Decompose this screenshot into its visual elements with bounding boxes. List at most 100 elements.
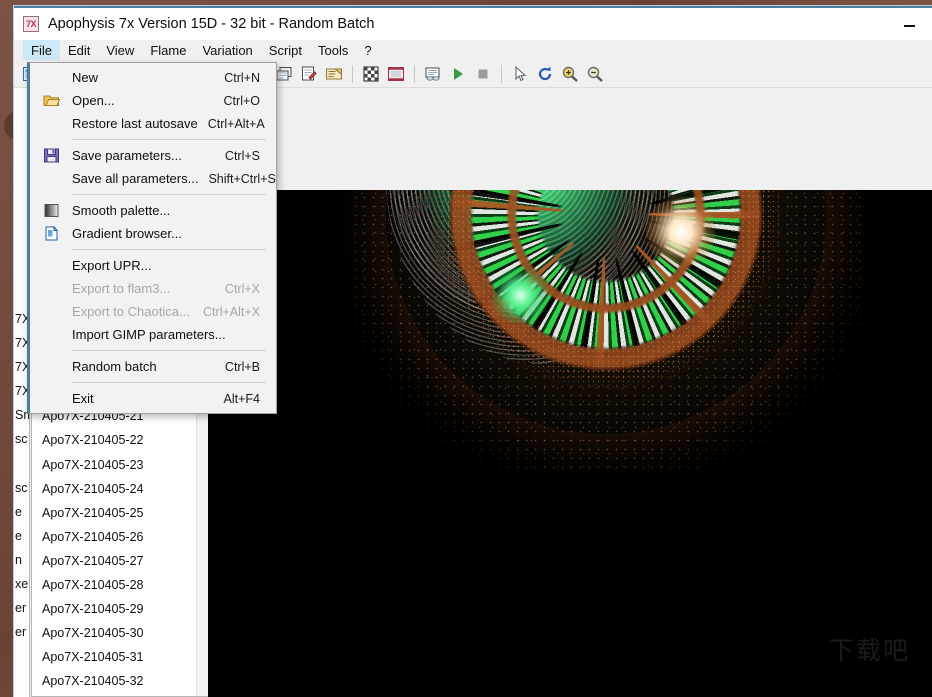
- fractal-green-hotspot: [491, 266, 549, 324]
- menu-option-export-to-chaotica: Export to Chaotica... Ctrl+Alt+X: [30, 300, 276, 323]
- menu-option-smooth-palette[interactable]: Smooth palette...: [30, 199, 276, 222]
- toolbar-separator: [414, 65, 415, 83]
- menu-option-exit[interactable]: Exit Alt+F4: [30, 387, 276, 410]
- play-icon[interactable]: [447, 63, 469, 85]
- transparency-icon[interactable]: [360, 63, 382, 85]
- menu-option-import-gimp-parameters[interactable]: Import GIMP parameters...: [30, 323, 276, 346]
- menu-option-label: New: [72, 70, 99, 85]
- menu-item-view[interactable]: View: [98, 40, 142, 60]
- list-fragment: n: [15, 552, 22, 567]
- watermark: 下载吧: [828, 636, 910, 665]
- list-fragment: e: [15, 528, 22, 543]
- list-fragment: sc: [15, 432, 28, 447]
- menu-item-script[interactable]: Script: [261, 40, 310, 60]
- menu-separator: [72, 139, 266, 140]
- menu-option-gradient-browser[interactable]: Gradient browser...: [30, 222, 276, 245]
- gradient-browser-icon: [43, 225, 60, 242]
- menu-option-label: Random batch: [72, 359, 157, 374]
- list-fragment: er: [15, 601, 27, 616]
- list-fragment: xe: [15, 577, 29, 592]
- window-controls: [886, 7, 932, 40]
- menu-separator: [72, 382, 266, 383]
- fractal-dust: [350, 190, 862, 470]
- menu-option-export-upr[interactable]: Export UPR...: [30, 254, 276, 277]
- title-bar: 7X Apophysis 7x Version 15D - 32 bit - R…: [14, 6, 932, 40]
- menu-option-open[interactable]: Open... Ctrl+O: [30, 89, 276, 112]
- message-icon[interactable]: [323, 63, 345, 85]
- list-item[interactable]: Apo7X-210405-25: [32, 501, 196, 525]
- fractal-core-hotspot: [645, 196, 716, 267]
- menu-option-random-batch[interactable]: Random batch Ctrl+B: [30, 355, 276, 378]
- list-item[interactable]: Apo7X-210405-24: [32, 477, 196, 501]
- menu-option-save-all-parameters[interactable]: Save all parameters... Shift+Ctrl+S: [30, 167, 276, 190]
- menu-option-accelerator: Ctrl+Alt+A: [207, 116, 265, 131]
- menu-separator: [72, 249, 266, 250]
- zoom-out-icon[interactable]: [584, 63, 606, 85]
- menu-option-accelerator: Alt+F4: [223, 391, 260, 406]
- fractal-image: [350, 190, 862, 470]
- list-item[interactable]: Apo7X-210405-23: [32, 453, 196, 477]
- menu-option-label: Restore last autosave: [72, 116, 198, 131]
- menu-option-label: Open...: [72, 93, 115, 108]
- folder-open-icon: [43, 92, 61, 109]
- menu-option-label: Smooth palette...: [72, 203, 171, 218]
- list-item[interactable]: Apo7X-210405-27: [32, 549, 196, 573]
- list-item[interactable]: Apo7X-210405-33: [32, 694, 196, 697]
- list-item[interactable]: Apo7X-210405-32: [32, 669, 196, 693]
- menu-option-restore-last-autosave[interactable]: Restore last autosave Ctrl+Alt+A: [30, 112, 276, 135]
- menu-option-label: Save all parameters...: [72, 171, 199, 186]
- menu-item-flame[interactable]: Flame: [142, 40, 194, 60]
- menu-option-save-parameters[interactable]: Save parameters... Ctrl+S: [30, 144, 276, 167]
- menu-option-label: Export to Chaotica...: [72, 304, 190, 319]
- menu-option-accelerator: Ctrl+O: [223, 93, 260, 108]
- stop-icon[interactable]: [472, 63, 494, 85]
- app-icon: 7X: [23, 15, 39, 32]
- toolbar-separator: [501, 65, 502, 83]
- menu-option-accelerator: Ctrl+N: [224, 70, 260, 85]
- menu-option-accelerator: Shift+Ctrl+S: [208, 171, 276, 186]
- list-item[interactable]: Apo7X-210405-28: [32, 573, 196, 597]
- menu-item-help[interactable]: ?: [356, 40, 379, 60]
- menu-option-new[interactable]: New Ctrl+N: [30, 66, 276, 89]
- menu-option-label: Export to flam3...: [72, 281, 171, 296]
- list-fragment: er: [15, 625, 27, 640]
- reset-icon[interactable]: [534, 63, 556, 85]
- menu-option-accelerator: Ctrl+S: [224, 148, 260, 163]
- menu-option-label: Exit: [72, 391, 94, 406]
- menu-option-label: Export UPR...: [72, 258, 152, 273]
- full-screen-icon[interactable]: [385, 63, 407, 85]
- menu-item-variation[interactable]: Variation: [194, 40, 260, 60]
- select-tool-icon[interactable]: [509, 63, 531, 85]
- fractal-render-panel[interactable]: 下载吧: [200, 190, 932, 697]
- menu-option-accelerator: Ctrl+B: [224, 359, 260, 374]
- list-item[interactable]: Apo7X-210405-22: [32, 428, 196, 452]
- list-item[interactable]: Apo7X-210405-26: [32, 525, 196, 549]
- list-item[interactable]: Apo7X-210405-30: [32, 621, 196, 645]
- menu-option-export-to-flam3: Export to flam3... Ctrl+X: [30, 277, 276, 300]
- list-fragment: e: [15, 504, 22, 519]
- menu-option-accelerator: Ctrl+X: [224, 281, 260, 296]
- smooth-palette-icon: [43, 202, 60, 219]
- menu-item-tools[interactable]: Tools: [310, 40, 356, 60]
- menu-bar: File Edit View Flame Variation Script To…: [14, 40, 932, 61]
- menu-option-accelerator: Ctrl+Alt+X: [203, 304, 260, 319]
- list-item[interactable]: Apo7X-210405-31: [32, 645, 196, 669]
- menu-option-label: Gradient browser...: [72, 226, 182, 241]
- zoom-in-icon[interactable]: [559, 63, 581, 85]
- menu-separator: [72, 350, 266, 351]
- menu-option-label: Import GIMP parameters...: [72, 327, 226, 342]
- list-item[interactable]: Apo7X-210405-29: [32, 597, 196, 621]
- menu-item-file[interactable]: File: [23, 40, 60, 60]
- menu-option-label: Save parameters...: [72, 148, 182, 163]
- menu-separator: [72, 194, 266, 195]
- script-editor-icon[interactable]: [298, 63, 320, 85]
- file-dropdown-menu: New Ctrl+N Open... Ctrl+O Restore last a…: [27, 62, 277, 414]
- window-title: Apophysis 7x Version 15D - 32 bit - Rand…: [48, 15, 375, 32]
- minimize-button[interactable]: [886, 7, 932, 40]
- list-fragment: [14, 452, 29, 476]
- minimize-icon: [903, 25, 915, 27]
- render-to-disk-icon[interactable]: [422, 63, 444, 85]
- save-icon: [43, 147, 60, 164]
- application-window: 7X Apophysis 7x Version 15D - 32 bit - R…: [14, 6, 932, 697]
- menu-item-edit[interactable]: Edit: [60, 40, 98, 60]
